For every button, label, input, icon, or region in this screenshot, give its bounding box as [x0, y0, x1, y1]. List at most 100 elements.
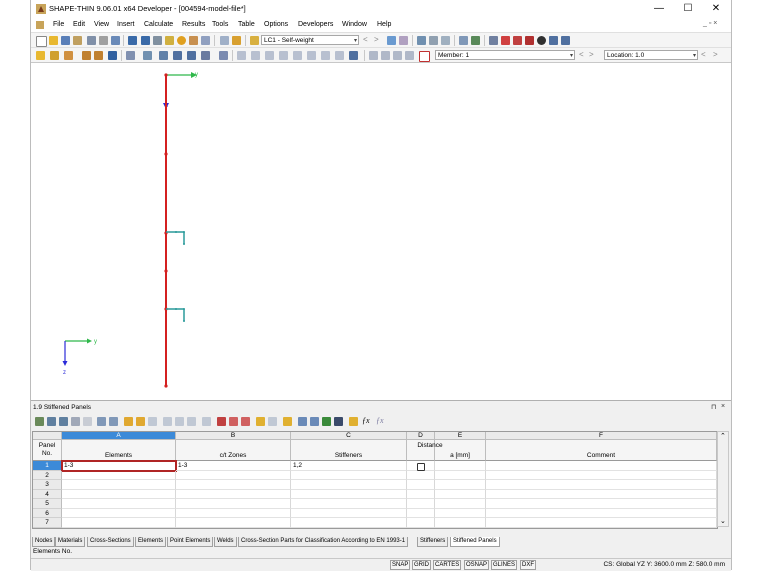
menu-insert[interactable]: Insert	[117, 21, 135, 28]
cell-distance[interactable]	[435, 518, 486, 528]
table-columns-icon[interactable]	[59, 417, 68, 426]
copy-icon[interactable]	[393, 51, 402, 60]
panel-toggle-icon[interactable]	[232, 36, 241, 45]
table-blank-icon[interactable]	[83, 417, 92, 426]
load-case-icon[interactable]	[250, 36, 259, 45]
tab-stiffeners[interactable]: Stiffeners	[417, 537, 449, 547]
material-icon[interactable]	[143, 51, 152, 60]
edit-icon[interactable]	[153, 36, 162, 45]
table-split-icon[interactable]	[109, 417, 118, 426]
snap-icon[interactable]	[369, 51, 378, 60]
table-move-down-icon[interactable]	[241, 417, 250, 426]
cell-elements[interactable]	[62, 480, 176, 490]
row-number[interactable]: 2	[33, 470, 62, 480]
section-icon[interactable]	[501, 36, 510, 45]
cell-check[interactable]	[407, 480, 435, 490]
view-results-icon[interactable]	[387, 36, 396, 45]
cell-check[interactable]	[407, 499, 435, 509]
table-info-icon[interactable]	[334, 417, 343, 426]
export-icon[interactable]	[111, 36, 120, 45]
cell-comment[interactable]	[486, 508, 717, 518]
cell-check[interactable]	[407, 489, 435, 499]
cell-distance[interactable]	[435, 470, 486, 480]
table-units-icon[interactable]	[310, 417, 319, 426]
scroll-up-icon[interactable]: ⌃	[720, 432, 726, 440]
member-filter-icon[interactable]	[419, 51, 430, 62]
save-as-icon[interactable]	[73, 36, 82, 45]
minimize-button[interactable]: —	[645, 0, 673, 18]
table-move-up-icon[interactable]	[229, 417, 238, 426]
next-location-button[interactable]: >	[713, 50, 718, 59]
cell-comment[interactable]	[486, 499, 717, 509]
table-copy-icon[interactable]	[163, 417, 172, 426]
cell-elements[interactable]: 1-3	[61, 460, 177, 472]
rotate-view-icon[interactable]	[293, 51, 302, 60]
search-icon[interactable]	[165, 36, 174, 45]
tab-cross-section-parts[interactable]: Cross-Section Parts for Classification A…	[238, 537, 409, 547]
cell-comment[interactable]	[486, 480, 717, 490]
function-clear-icon[interactable]: ƒx	[376, 416, 384, 425]
grid-icon[interactable]	[459, 36, 468, 45]
plugin-icon[interactable]	[561, 36, 570, 45]
cell-stiffeners[interactable]	[291, 518, 407, 528]
table-insert-icon[interactable]	[187, 417, 196, 426]
iso-view-icon[interactable]	[279, 51, 288, 60]
menu-options[interactable]: Options	[264, 21, 288, 28]
cell-ct-zones[interactable]	[176, 489, 291, 499]
cell-stiffeners[interactable]	[291, 499, 407, 509]
menu-file[interactable]: File	[53, 21, 64, 28]
cell-check[interactable]	[407, 508, 435, 518]
cell-stiffeners[interactable]	[291, 508, 407, 518]
tab-point-elements[interactable]: Point Elements	[167, 537, 214, 547]
glines-toggle[interactable]: GLINES	[491, 560, 518, 570]
side-view-icon[interactable]	[251, 51, 260, 60]
table-filter-icon[interactable]	[47, 417, 56, 426]
paste-icon[interactable]	[405, 51, 414, 60]
row-number[interactable]: 6	[33, 508, 62, 518]
delete-icon[interactable]	[525, 36, 534, 45]
cell-ct-zones[interactable]	[176, 508, 291, 518]
table-settings-icon[interactable]	[298, 417, 307, 426]
table-icon[interactable]	[201, 36, 210, 45]
maximize-button[interactable]: ☐	[674, 0, 702, 18]
next-load-case-button[interactable]: >	[374, 35, 379, 44]
table-row[interactable]: 3	[33, 480, 717, 490]
grid-toggle[interactable]: GRID	[412, 560, 431, 570]
zoom-in-icon[interactable]	[173, 51, 182, 60]
tab-elements[interactable]: Elements	[135, 537, 167, 547]
table-row[interactable]: 5	[33, 499, 717, 509]
menu-tools[interactable]: Tools	[212, 21, 228, 28]
cell-ct-zones[interactable]	[176, 499, 291, 509]
cell-ct-zones[interactable]	[176, 480, 291, 490]
menu-help[interactable]: Help	[377, 21, 391, 28]
undo-icon[interactable]	[128, 36, 137, 45]
cell-stiffeners[interactable]	[291, 480, 407, 490]
close-button[interactable]: ✕	[702, 0, 730, 18]
zoom-out-icon[interactable]	[187, 51, 196, 60]
cell-elements[interactable]	[62, 518, 176, 528]
prev-load-case-button[interactable]: <	[363, 35, 368, 44]
table-refresh-icon[interactable]	[148, 417, 157, 426]
scroll-down-icon[interactable]: ⌄	[720, 517, 726, 525]
tab-nodes[interactable]: Nodes	[32, 537, 56, 547]
table-vertical-scrollbar[interactable]: ⌃ ⌄	[717, 431, 729, 527]
menu-table[interactable]: Table	[238, 21, 255, 28]
new-file-icon[interactable]	[36, 36, 47, 47]
menu-developers[interactable]: Developers	[298, 21, 333, 28]
menu-edit[interactable]: Edit	[73, 21, 85, 28]
cell-distance[interactable]	[435, 508, 486, 518]
table-clear-icon[interactable]	[217, 417, 226, 426]
menu-view[interactable]: View	[94, 21, 109, 28]
table-row[interactable]: 4	[33, 489, 717, 499]
cartes-toggle[interactable]: CARTES	[433, 560, 462, 570]
mdi-controls[interactable]: _ ▫ ×	[703, 20, 717, 27]
zoom-all-icon[interactable]	[201, 51, 210, 60]
menu-calculate[interactable]: Calculate	[144, 21, 173, 28]
scale-icon[interactable]	[441, 36, 450, 45]
tab-welds[interactable]: Welds	[214, 537, 237, 547]
column-letter-e[interactable]: E	[435, 432, 486, 440]
snap-toggle[interactable]: SNAP	[390, 560, 411, 570]
redo-icon[interactable]	[141, 36, 150, 45]
mirror-icon[interactable]	[307, 51, 316, 60]
stiffener-1[interactable]	[166, 231, 185, 245]
